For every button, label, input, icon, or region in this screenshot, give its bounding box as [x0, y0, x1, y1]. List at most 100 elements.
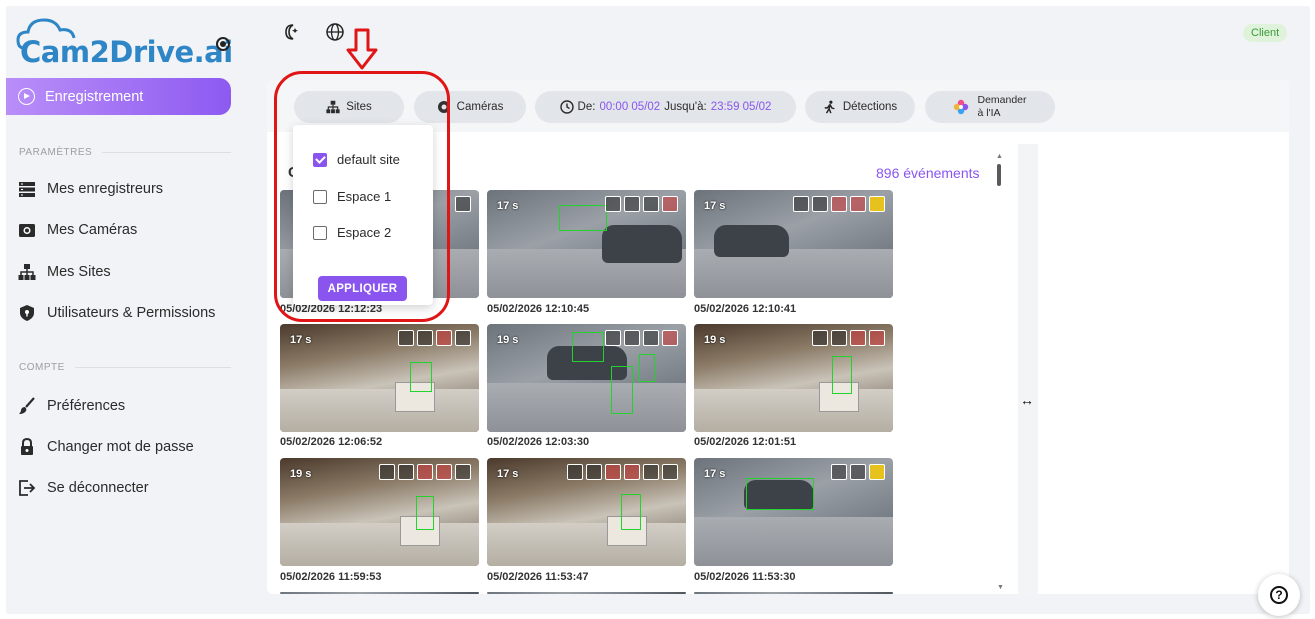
role-badge: Client [1243, 24, 1288, 42]
nav-item-label: Utilisateurs & Permissions [47, 305, 216, 321]
scroll-down-arrow[interactable]: ▼ [997, 584, 1004, 591]
alert-badge-icon [850, 196, 866, 212]
detection-box [410, 362, 432, 392]
alert-badge-icon [662, 196, 678, 212]
date-range-chip[interactable]: De: 00:00 05/02 Jusqu'à: 23:59 05/02 [535, 91, 796, 123]
ask-ai-label: Demander à l'IA [977, 94, 1026, 120]
event-duration: 17 s [497, 468, 519, 480]
event-thumbnail[interactable] [280, 592, 479, 594]
nav-item-label: Changer mot de passe [47, 439, 194, 455]
event-timestamp: 05/02/2026 11:59:53 [280, 571, 382, 583]
standing-badge-icon [624, 330, 640, 346]
alert-badge-icon [624, 464, 640, 480]
event-thumbnail[interactable]: 17 s [694, 190, 893, 298]
person-badge-icon [567, 464, 583, 480]
detection-badges [605, 196, 678, 212]
detection-badges [793, 196, 885, 212]
event-timestamp: 05/02/2026 11:53:30 [694, 571, 796, 583]
server-icon [19, 182, 35, 197]
person-badge-icon [605, 196, 621, 212]
detections-filter-chip[interactable]: Détections [805, 91, 915, 123]
car-shape [602, 225, 682, 263]
logo-text: Cam2Drive.ai [20, 35, 233, 69]
date-from-value: 00:00 05/02 [599, 101, 661, 113]
car-badge-icon [812, 196, 828, 212]
detection-box [621, 494, 641, 530]
brand-logo[interactable]: Cam2Drive.ai [12, 14, 236, 74]
side-panel-divider [1018, 144, 1038, 594]
scroll-up-arrow[interactable]: ▲ [996, 153, 1003, 160]
car-shape [714, 225, 789, 257]
nav-item-recorders[interactable]: Mes enregistreurs [18, 178, 163, 200]
event-thumbnail[interactable]: 19 s [694, 324, 893, 432]
event-thumbnail[interactable]: 19 s [487, 324, 686, 432]
shield-icon [20, 305, 34, 321]
ask-ai-chip[interactable]: Demander à l'IA [925, 91, 1055, 123]
date-to-value: 23:59 05/02 [710, 101, 772, 113]
event-thumbnail[interactable]: 17 s [487, 190, 686, 298]
logout-icon [19, 480, 36, 496]
date-to-label: Jusqu'à: [664, 101, 707, 113]
detection-badges [398, 330, 471, 346]
event-thumbnail[interactable]: 17 s [694, 458, 893, 566]
person-badge-icon [793, 196, 809, 212]
car-badge-icon [643, 196, 659, 212]
ai-flower-icon [954, 99, 969, 115]
event-duration: 17 s [704, 200, 726, 212]
event-timestamp: 05/02/2026 12:01:51 [694, 436, 797, 448]
lock-icon [21, 438, 33, 455]
nav-item-sites[interactable]: Mes Sites [18, 261, 111, 283]
scene-floor [487, 383, 686, 432]
standing-badge-icon [417, 330, 433, 346]
nav-item-logout[interactable]: Se déconnecter [18, 477, 149, 499]
alert-badge-icon [436, 464, 452, 480]
play-circle-icon [18, 88, 35, 105]
person-badge-icon [831, 464, 847, 480]
event-timestamp: 05/02/2026 12:06:52 [280, 436, 383, 448]
standing-badge-icon [624, 196, 640, 212]
brush-icon [19, 397, 35, 414]
event-thumbnail[interactable] [487, 592, 686, 594]
detection-box [639, 354, 655, 382]
detection-badges [379, 464, 471, 480]
help-button[interactable]: ? [1258, 574, 1300, 616]
person-badge-icon [812, 330, 828, 346]
scene-floor [280, 522, 479, 566]
detection-badges [567, 464, 678, 480]
nav-item-preferences[interactable]: Préférences [18, 395, 125, 417]
event-timestamp: 05/02/2026 12:03:30 [487, 436, 590, 448]
nav-item-change-password[interactable]: Changer mot de passe [18, 436, 194, 458]
nav-item-label: Se déconnecter [47, 480, 149, 496]
globe-icon[interactable] [325, 22, 345, 42]
nav-item-cameras[interactable]: Mes Caméras [18, 219, 137, 241]
resize-handle-icon[interactable]: ↔ [1020, 392, 1034, 408]
detection-box [416, 496, 434, 530]
event-thumbnail[interactable]: 19 s [280, 458, 479, 566]
phone-badge-icon [643, 464, 659, 480]
nav-item-users-permissions[interactable]: Utilisateurs & Permissions [18, 302, 215, 324]
event-thumbnail[interactable]: 17 s [280, 324, 479, 432]
detection-box [572, 332, 604, 362]
event-thumbnail[interactable] [694, 592, 893, 594]
scene-floor [694, 517, 893, 566]
detection-box [611, 366, 633, 414]
scrollbar-thumb[interactable] [997, 164, 1001, 186]
camera-badge-icon [662, 464, 678, 480]
person-badge-icon [379, 464, 395, 480]
detection-box [832, 356, 852, 394]
nav-item-recording[interactable]: Enregistrement [6, 78, 231, 115]
camera-icon [19, 224, 35, 237]
alert-badge-icon [662, 330, 678, 346]
ask-ai-line2: à l'IA [977, 107, 1001, 119]
event-thumbnail[interactable]: 17 s [487, 458, 686, 566]
person-badge-icon [398, 330, 414, 346]
alert-badge-icon [417, 464, 433, 480]
ask-ai-line1: Demander [977, 94, 1027, 106]
question-icon: ? [1270, 586, 1288, 604]
alert-badge-icon [436, 330, 452, 346]
vehicle-badge-icon [869, 464, 885, 480]
dark-mode-icon[interactable] [280, 22, 300, 42]
event-timestamp: 05/02/2026 11:53:47 [487, 571, 589, 583]
car-badge-icon [850, 464, 866, 480]
detection-badges [605, 330, 678, 346]
